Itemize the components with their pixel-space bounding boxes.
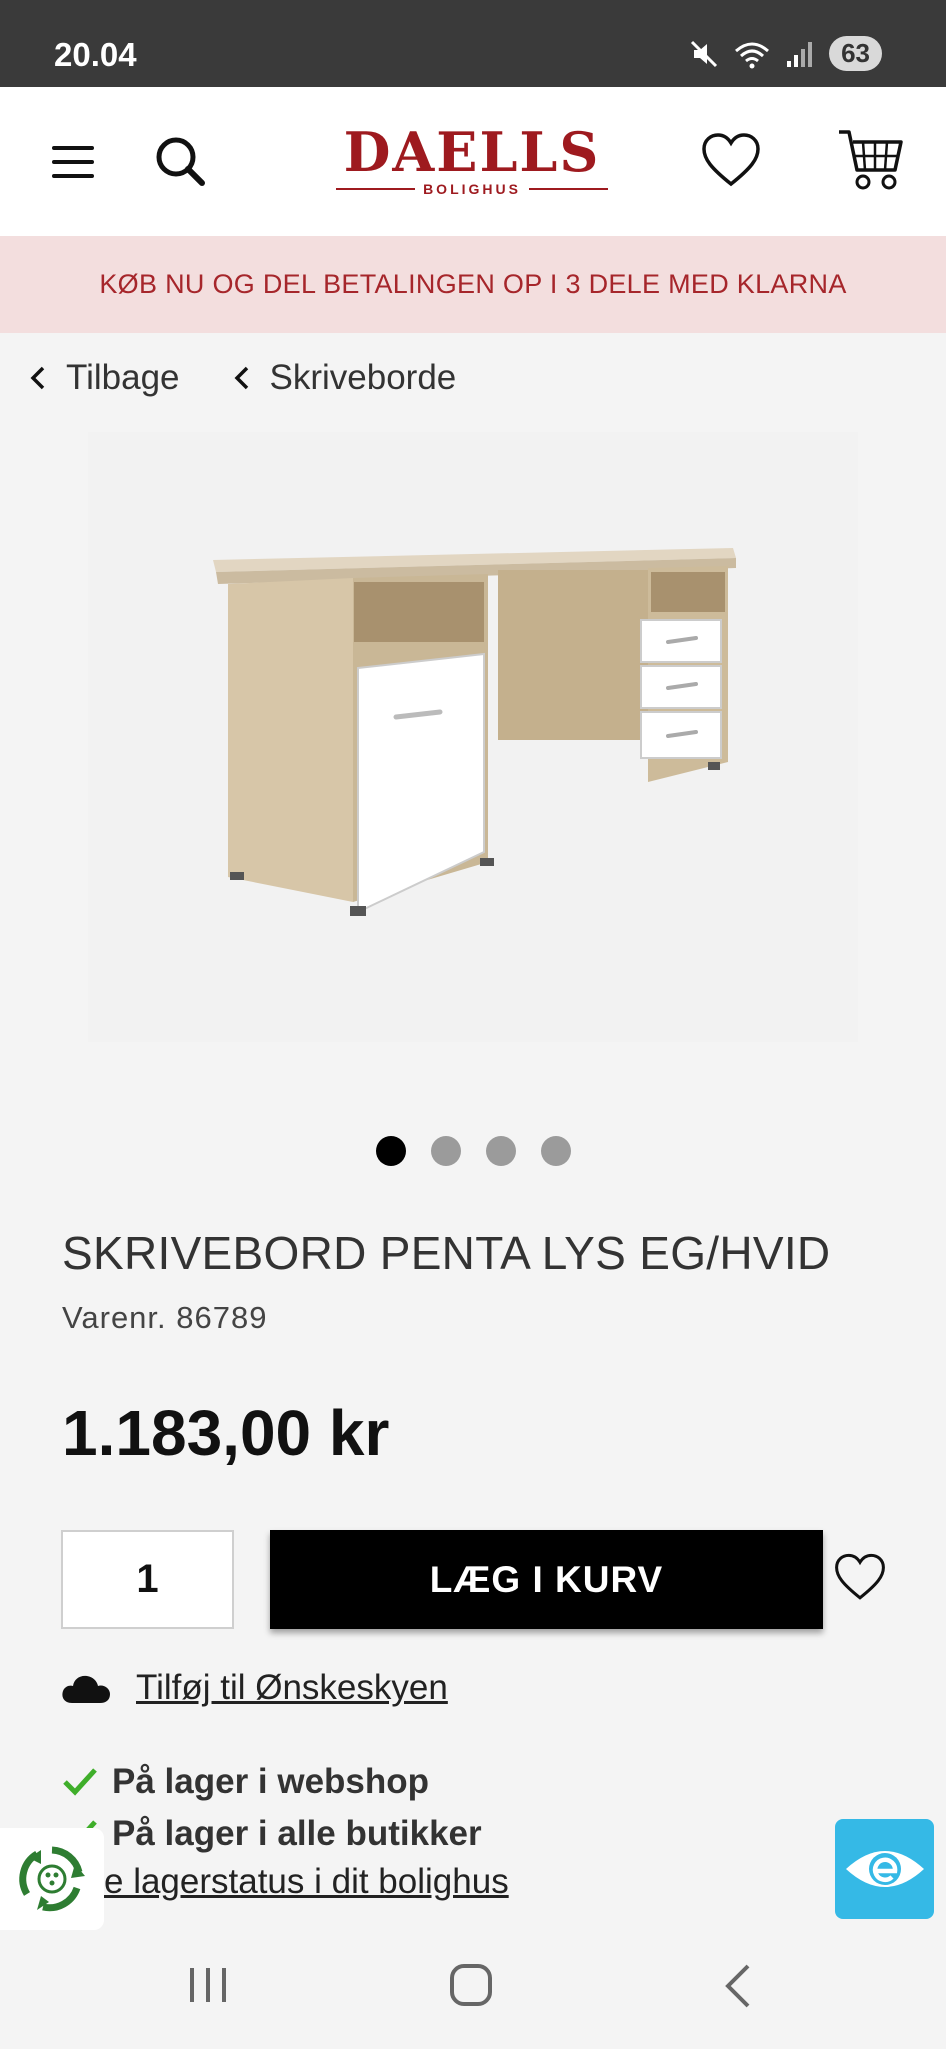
mute-icon — [691, 40, 718, 67]
recycle-icon — [19, 1846, 85, 1912]
pagination-dot-1[interactable] — [376, 1136, 406, 1166]
daells-logo[interactable]: DAELLS BOLIGHUS — [336, 120, 609, 197]
image-pagination — [376, 1136, 571, 1166]
back-label: Tilbage — [66, 358, 180, 397]
site-header: DAELLS BOLIGHUS — [0, 87, 946, 236]
status-bar: 20.04 63 — [0, 0, 946, 87]
pagination-dot-3[interactable] — [486, 1136, 516, 1166]
home-icon[interactable] — [446, 1960, 498, 2012]
logo-wordmark: DAELLS — [343, 120, 601, 184]
stock-webshop: På lager i webshop — [62, 1762, 429, 1802]
cart-icon[interactable] — [836, 125, 906, 195]
add-to-wishcloud-link[interactable]: Tilføj til Ønskeskyen — [60, 1668, 448, 1708]
logo-subtitle: BOLIGHUS — [423, 181, 521, 197]
back-icon[interactable] — [718, 1960, 758, 2012]
emaerket-badge[interactable] — [835, 1819, 934, 1919]
category-link[interactable]: Skriveborde — [232, 358, 457, 398]
promo-text: KØB NU OG DEL BETALINGEN OP I 3 DELE MED… — [99, 269, 847, 299]
add-to-cart-button[interactable]: LÆG I KURV — [270, 1530, 823, 1629]
product-title: SKRIVEBORD PENTA LYS EG/HVID — [62, 1227, 831, 1279]
battery-level: 63 — [829, 36, 882, 71]
emaerket-eye-icon — [845, 1851, 924, 1887]
pagination-dot-2[interactable] — [431, 1136, 461, 1166]
status-icons: 63 — [689, 36, 882, 71]
klarna-promo-banner[interactable]: KØB NU OG DEL BETALINGEN OP I 3 DELE MED… — [0, 236, 946, 333]
recent-apps-icon[interactable] — [186, 1960, 230, 2010]
pagination-dot-4[interactable] — [541, 1136, 571, 1166]
store-stock-link[interactable]: e lagerstatus i dit bolighus — [104, 1862, 509, 1902]
breadcrumb: Tilbage Skriveborde — [28, 358, 456, 398]
category-label: Skriveborde — [269, 358, 457, 397]
chevron-left-icon — [30, 366, 45, 390]
sustainability-badge[interactable] — [0, 1828, 104, 1930]
chevron-left-icon — [234, 366, 248, 390]
checkmark-icon — [63, 1768, 97, 1796]
wishcloud-label: Tilføj til Ønskeskyen — [136, 1668, 448, 1707]
product-image[interactable] — [88, 432, 858, 1042]
back-link[interactable]: Tilbage — [28, 358, 180, 398]
heart-icon[interactable] — [700, 129, 762, 191]
search-icon[interactable] — [152, 133, 208, 189]
stock-stores-text: På lager i alle butikker — [112, 1814, 482, 1853]
product-sku: Varenr. 86789 — [62, 1300, 268, 1335]
product-price: 1.183,00 kr — [62, 1397, 390, 1469]
signal-icon — [787, 41, 813, 67]
status-time: 20.04 — [54, 36, 137, 73]
menu-icon[interactable] — [48, 137, 98, 187]
stock-webshop-text: På lager i webshop — [112, 1762, 430, 1801]
wishlist-heart-icon[interactable] — [834, 1552, 886, 1602]
stock-stores: På lager i alle butikker — [62, 1814, 482, 1854]
wifi-icon — [735, 42, 770, 68]
quantity-input[interactable]: 1 — [61, 1530, 234, 1629]
system-nav-bar — [0, 1930, 946, 2049]
cloud-icon — [62, 1675, 110, 1703]
